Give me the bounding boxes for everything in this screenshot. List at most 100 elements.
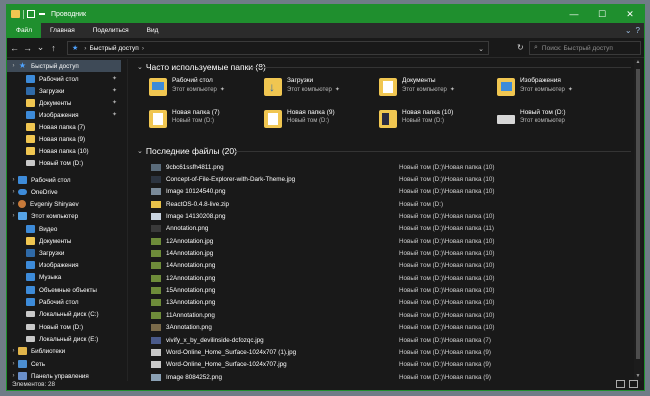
recent-file-row[interactable]: 3Annotation.png Новый том (D:)\Новая папк…: [151, 322, 621, 334]
nav-item[interactable]: Объемные объекты: [7, 284, 121, 296]
tab-home[interactable]: Главная: [41, 23, 84, 38]
nav-item[interactable]: Музыка: [7, 271, 121, 283]
up-button[interactable]: ↑: [48, 43, 59, 53]
nav-item[interactable]: Локальный диск (E:): [7, 333, 121, 345]
nav-item[interactable]: Видео: [7, 223, 121, 235]
chevron-right-icon[interactable]: ›: [9, 63, 18, 69]
nav-item[interactable]: Изображения: [7, 259, 121, 271]
details-view-icon[interactable]: [616, 380, 625, 388]
nav-item[interactable]: › Evgeniy Shiryaev: [7, 198, 121, 210]
file-name: ReactOS-0.4.8-live.zip: [166, 200, 229, 208]
nav-item[interactable]: › Библиотеки: [7, 345, 121, 357]
search-field[interactable]: ⌕: [529, 41, 641, 55]
tab-share[interactable]: Поделиться: [84, 23, 138, 38]
back-button[interactable]: ←: [9, 43, 20, 53]
file-name: 3Annotation.png: [166, 324, 212, 332]
recent-file-row[interactable]: 14Annotation.jpg Новый том (D:)\Новая пап…: [151, 247, 621, 259]
nav-item[interactable]: › Сеть: [7, 358, 121, 370]
chevron-right-icon[interactable]: ›: [142, 45, 144, 52]
folder-location: Этот компьютер: [520, 118, 566, 124]
status-bar: Элементов: 28: [7, 379, 644, 390]
nav-item[interactable]: › Рабочий стол: [7, 174, 121, 186]
recent-file-row[interactable]: Word-Online_Home_Surface-1024x707 (1).jp…: [151, 346, 621, 358]
address-dropdown-icon[interactable]: ⌄: [478, 45, 484, 53]
folder-tile[interactable]: Новый том (D:) Этот компьютер: [497, 109, 615, 135]
scroll-up-icon[interactable]: ▲: [634, 59, 642, 67]
folder-tile[interactable]: Новая папка (7) Новый том (D:): [149, 109, 267, 135]
close-button[interactable]: ✕: [616, 5, 644, 23]
chevron-right-icon[interactable]: ›: [84, 45, 86, 52]
folder-tile[interactable]: Загрузки Этот компьютер✦: [264, 77, 382, 103]
scroll-thumb[interactable]: [636, 69, 640, 359]
recent-file-row[interactable]: 12Annotation.png Новый том (D:)\Новая пап…: [151, 272, 621, 284]
nav-item[interactable]: Новая папка (10): [7, 145, 121, 157]
help-icon[interactable]: ?: [636, 26, 640, 35]
nav-item[interactable]: › OneDrive: [7, 186, 121, 198]
file-location: Новый том (D:)\Новая папка (10): [399, 299, 495, 307]
recent-file-row[interactable]: Word-Online_Home_Surface-1024x707.jpg Нов…: [151, 359, 621, 371]
recent-file-row[interactable]: Image 14130208.png Новый том (D:)\Новая п…: [151, 210, 621, 222]
recent-file-row[interactable]: Concept-of-File-Explorer-with-Dark-Theme…: [151, 173, 621, 185]
nav-item[interactable]: Документы ✦: [7, 97, 121, 109]
file-location: Новый том (D:)\Новая папка (9): [399, 348, 491, 356]
nav-item[interactable]: Рабочий стол ✦: [7, 73, 121, 85]
nav-item[interactable]: › ★ Быстрый доступ: [7, 60, 121, 72]
large-icons-view-icon[interactable]: [629, 380, 638, 388]
nav-item[interactable]: Документы: [7, 235, 121, 247]
refresh-button[interactable]: ↻: [517, 43, 524, 52]
tab-view[interactable]: Вид: [138, 23, 168, 38]
recent-file-row[interactable]: 14Annotation.png Новый том (D:)\Новая пап…: [151, 260, 621, 272]
pane-divider[interactable]: [127, 59, 128, 381]
recent-file-row[interactable]: 13Annotation.png Новый том (D:)\Новая пап…: [151, 297, 621, 309]
nav-item[interactable]: Загрузки ✦: [7, 85, 121, 97]
chevron-right-icon[interactable]: ›: [9, 201, 18, 207]
search-input[interactable]: [541, 44, 632, 52]
address-field[interactable]: ★ › Быстрый доступ › ⌄: [67, 41, 489, 55]
chevron-right-icon[interactable]: ›: [9, 177, 18, 183]
folder-tile[interactable]: Новая папка (10) Новый том (D:): [379, 109, 497, 135]
recent-file-row[interactable]: ReactOS-0.4.8-live.zip Новый том (D:): [151, 198, 621, 210]
recent-file-row[interactable]: 15Annotation.png Новый том (D:)\Новая пап…: [151, 285, 621, 297]
folder-tile[interactable]: Изображения Этот компьютер ✦: [497, 77, 615, 103]
section-divider: [234, 151, 631, 152]
recent-locations-button[interactable]: ⌄: [35, 42, 46, 53]
recent-file-row[interactable]: vivify_x_by_devilinside-dcfozqc.jpg Новый…: [151, 334, 621, 346]
forward-button[interactable]: →: [22, 43, 33, 53]
nav-item[interactable]: › Этот компьютер: [7, 210, 121, 222]
frequent-folders-header[interactable]: ⌄ Часто используемые папки (8): [137, 62, 266, 72]
recent-file-row[interactable]: 11Annotation.png Новый том (D:)\Новая пап…: [151, 309, 621, 321]
breadcrumb-quick-access[interactable]: Быстрый доступ: [89, 45, 138, 52]
recent-file-row[interactable]: Image 10124540.png Новый том (D:)\Новая п…: [151, 186, 621, 198]
folder-tile[interactable]: Документы Этот компьютер ✦: [379, 77, 497, 103]
recent-file-row[interactable]: 12Annotation.jpg Новый том (D:)\Новая пап…: [151, 235, 621, 247]
recent-file-row[interactable]: Annotation.png Новый том (D:)\Новая папка…: [151, 223, 621, 235]
nav-item[interactable]: Рабочий стол: [7, 296, 121, 308]
nav-item[interactable]: Новый том (D:): [7, 321, 121, 333]
chevron-right-icon[interactable]: ›: [9, 189, 18, 195]
recent-files-header[interactable]: ⌄ Последние файлы (20): [137, 146, 237, 156]
minimize-button[interactable]: —: [560, 5, 588, 23]
nav-item[interactable]: Новая папка (7): [7, 121, 121, 133]
folder-tile[interactable]: Рабочий стол Этот компьютер ✦: [149, 77, 267, 103]
folder-tile[interactable]: Новая папка (9) Новый том (D:): [264, 109, 382, 135]
chevron-right-icon[interactable]: ›: [9, 361, 18, 367]
nav-item-label: Новый том (D:): [39, 159, 84, 167]
chevron-right-icon[interactable]: ›: [9, 213, 18, 219]
file-thumbnail-icon: [151, 213, 161, 221]
star-icon: ★: [18, 61, 27, 70]
maximize-button[interactable]: ☐: [588, 5, 616, 23]
expand-ribbon-icon[interactable]: ⌄: [625, 26, 632, 35]
vertical-scrollbar[interactable]: ▲ ▼: [634, 59, 642, 381]
tab-file[interactable]: Файл: [7, 23, 41, 38]
properties-icon[interactable]: [27, 10, 35, 18]
nav-item[interactable]: Загрузки: [7, 247, 121, 259]
nav-item[interactable]: Изображения ✦: [7, 109, 121, 121]
nav-item[interactable]: Новый том (D:): [7, 157, 121, 169]
nav-item[interactable]: Новая папка (9): [7, 133, 121, 145]
address-controls: ⌄: [478, 42, 484, 56]
nav-item[interactable]: Локальный диск (C:): [7, 308, 121, 320]
customize-toolbar-icon[interactable]: [39, 13, 45, 15]
recent-file-row[interactable]: 9cbc61ssfh4811.png Новый том (D:)\Новая п…: [151, 161, 621, 173]
chevron-right-icon[interactable]: ›: [9, 348, 18, 354]
folder-name: Новый том (D:): [520, 109, 566, 116]
